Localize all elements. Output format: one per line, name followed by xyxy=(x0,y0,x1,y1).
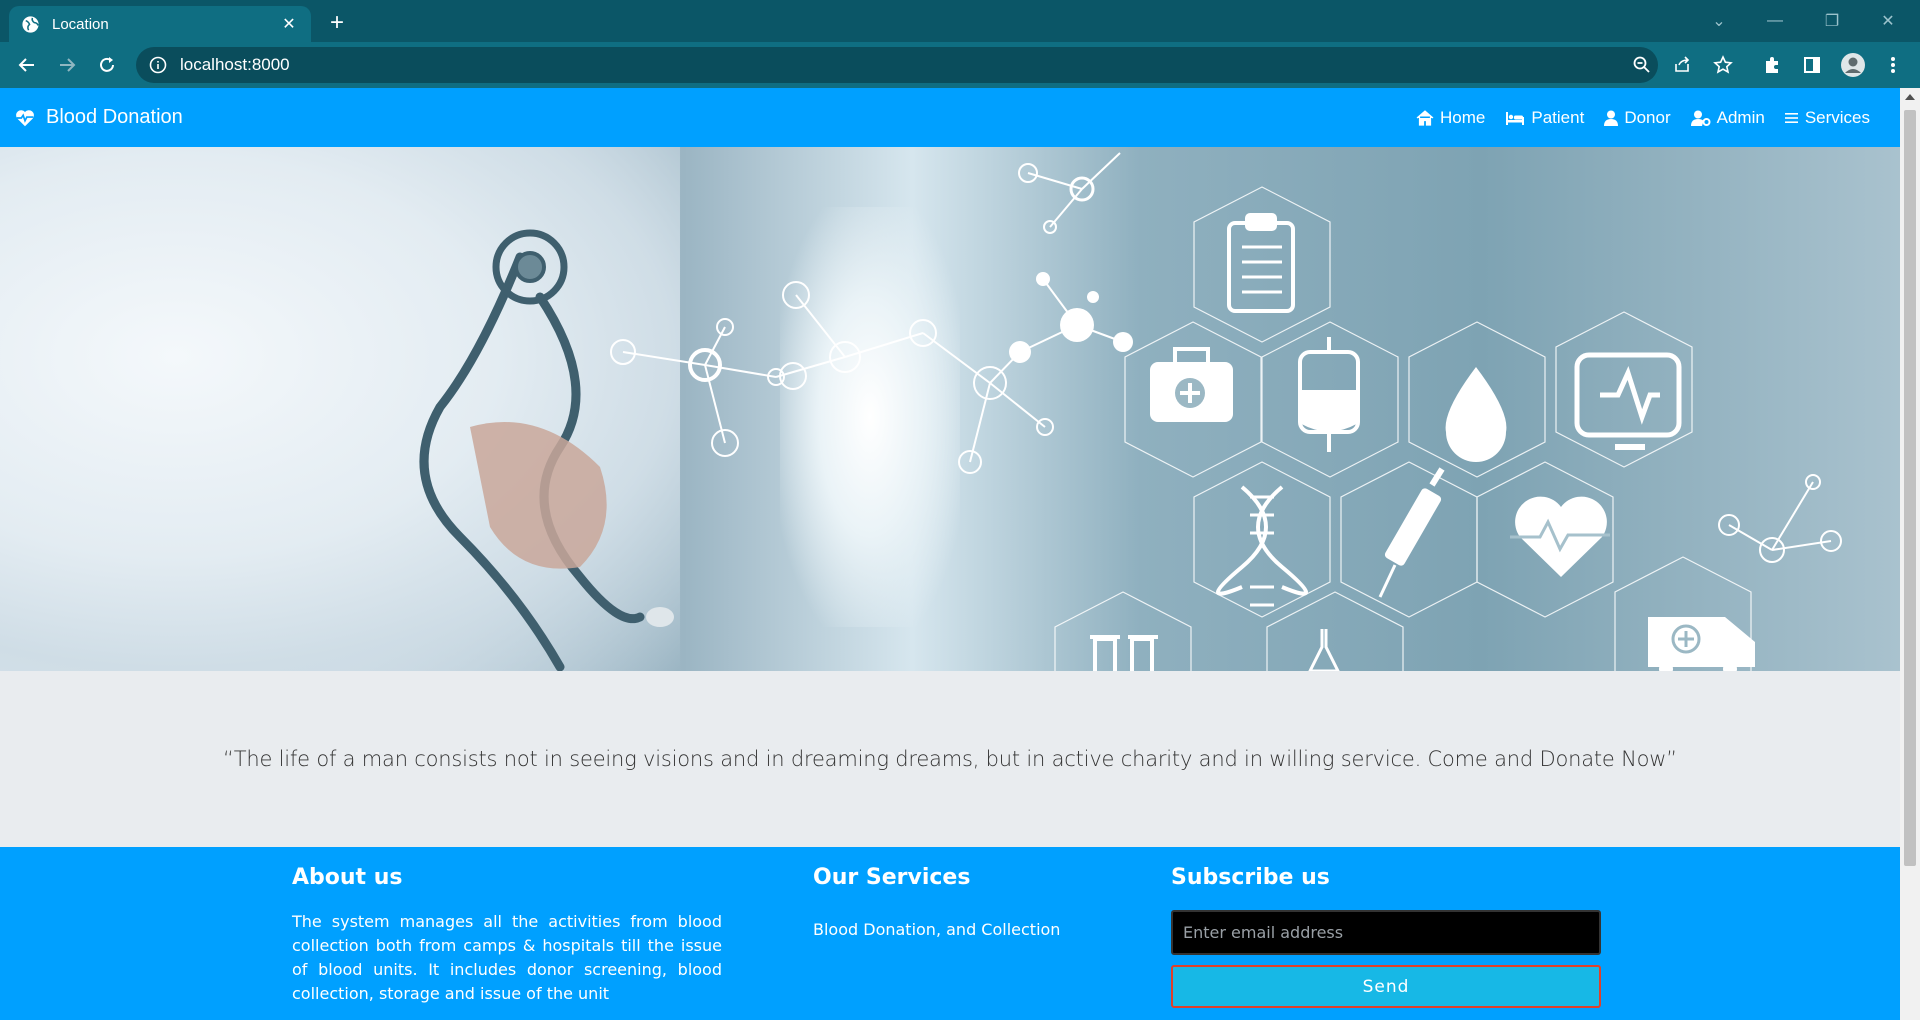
tab-strip: Location ✕ + ⌄ — ❐ ✕ xyxy=(0,0,1920,42)
tab-close-icon[interactable]: ✕ xyxy=(279,14,299,34)
nav-services-link[interactable]: Services xyxy=(1784,107,1870,128)
hero-banner-image xyxy=(0,147,1900,671)
hexagon-grid xyxy=(1054,186,1752,671)
tab-title: Location xyxy=(52,15,109,33)
email-input[interactable] xyxy=(1171,910,1601,955)
syringe-icon xyxy=(1378,467,1445,598)
about-column: About us The system manages all the acti… xyxy=(292,865,722,1006)
site-footer: About us The system manages all the acti… xyxy=(0,847,1900,1020)
browser-toolbar: localhost:8000 xyxy=(0,42,1920,88)
scrollbar-thumb[interactable] xyxy=(1904,110,1916,866)
user-cog-icon xyxy=(1690,110,1711,126)
home-icon xyxy=(1416,109,1434,126)
clipboard-icon xyxy=(1227,213,1295,313)
about-title: About us xyxy=(292,865,403,890)
nav-home-label: Home xyxy=(1440,107,1486,127)
close-window-icon[interactable]: ✕ xyxy=(1866,6,1910,36)
heart-monitor-icon xyxy=(1574,352,1682,450)
forward-icon[interactable] xyxy=(52,50,82,80)
dna-icon xyxy=(1216,485,1308,607)
restore-icon[interactable]: ❐ xyxy=(1810,6,1854,36)
quote-section: “The life of a man consists not in seein… xyxy=(0,671,1900,847)
bed-icon xyxy=(1506,111,1525,125)
scroll-up-icon[interactable] xyxy=(1905,94,1915,100)
send-button[interactable]: Send xyxy=(1171,965,1601,1008)
brand-link[interactable]: Blood Donation xyxy=(14,88,183,147)
iv-bag-icon xyxy=(1298,337,1360,452)
new-tab-icon[interactable]: + xyxy=(322,8,352,38)
url-text: localhost:8000 xyxy=(180,55,290,74)
nav-links: Home Patient Donor Admin Services xyxy=(1396,88,1870,147)
nav-home-link[interactable]: Home xyxy=(1416,108,1485,128)
address-bar[interactable]: localhost:8000 xyxy=(136,47,1658,83)
zoom-icon[interactable] xyxy=(1627,50,1657,80)
services-column: Our Services Blood Donation, and Collect… xyxy=(813,865,1113,942)
back-icon[interactable] xyxy=(12,50,42,80)
side-panel-icon[interactable] xyxy=(1797,50,1827,80)
nav-services-label: Services xyxy=(1804,107,1870,127)
nav-patient-link[interactable]: Patient xyxy=(1505,108,1584,128)
tab-search-icon[interactable]: ⌄ xyxy=(1697,6,1741,36)
services-item-link[interactable]: Blood Donation, and Collection xyxy=(813,918,1113,942)
first-aid-kit-icon xyxy=(1150,347,1233,422)
page-viewport: Blood Donation Home Patient Donor Admin … xyxy=(0,88,1900,1020)
site-info-icon[interactable] xyxy=(148,55,168,75)
browser-chrome: Location ✕ + ⌄ — ❐ ✕ localhost:8000 xyxy=(0,0,1920,88)
user-icon xyxy=(1604,110,1619,126)
ambulance-icon xyxy=(1648,617,1755,671)
reload-icon[interactable] xyxy=(92,50,122,80)
browser-tab[interactable]: Location ✕ xyxy=(9,6,311,42)
hand-image xyxy=(470,422,607,569)
profile-avatar-icon[interactable] xyxy=(1838,50,1868,80)
minimize-icon[interactable]: — xyxy=(1753,6,1797,36)
flask-icon xyxy=(1308,629,1340,671)
services-title: Our Services xyxy=(813,865,971,890)
browser-menu-icon[interactable] xyxy=(1878,50,1908,80)
subscribe-title: Subscribe us xyxy=(1171,865,1330,890)
page-scrollbar[interactable] xyxy=(1900,88,1920,1020)
site-navbar: Blood Donation Home Patient Donor Admin … xyxy=(0,88,1900,147)
globe-icon xyxy=(22,15,39,33)
brand-text: Blood Donation xyxy=(46,106,183,128)
quote-text: “The life of a man consists not in seein… xyxy=(223,747,1677,771)
share-icon[interactable] xyxy=(1668,50,1698,80)
subscribe-column: Subscribe us Send xyxy=(1171,865,1611,1008)
medical-icons-overlay xyxy=(419,152,1842,671)
nav-admin-label: Admin xyxy=(1716,107,1765,127)
nav-donor-label: Donor xyxy=(1624,107,1671,127)
blood-drop-icon xyxy=(1445,367,1507,462)
nav-patient-label: Patient xyxy=(1531,107,1585,127)
about-text: The system manages all the activities fr… xyxy=(292,912,722,1003)
extensions-icon[interactable] xyxy=(1757,50,1787,80)
heart-icon xyxy=(1510,496,1610,577)
heartbeat-icon xyxy=(16,109,34,126)
test-tubes-icon xyxy=(1090,635,1158,671)
bookmark-star-icon[interactable] xyxy=(1708,50,1738,80)
nav-admin-link[interactable]: Admin xyxy=(1690,107,1765,128)
nav-donor-link[interactable]: Donor xyxy=(1604,107,1671,128)
menu-icon xyxy=(1784,112,1798,123)
